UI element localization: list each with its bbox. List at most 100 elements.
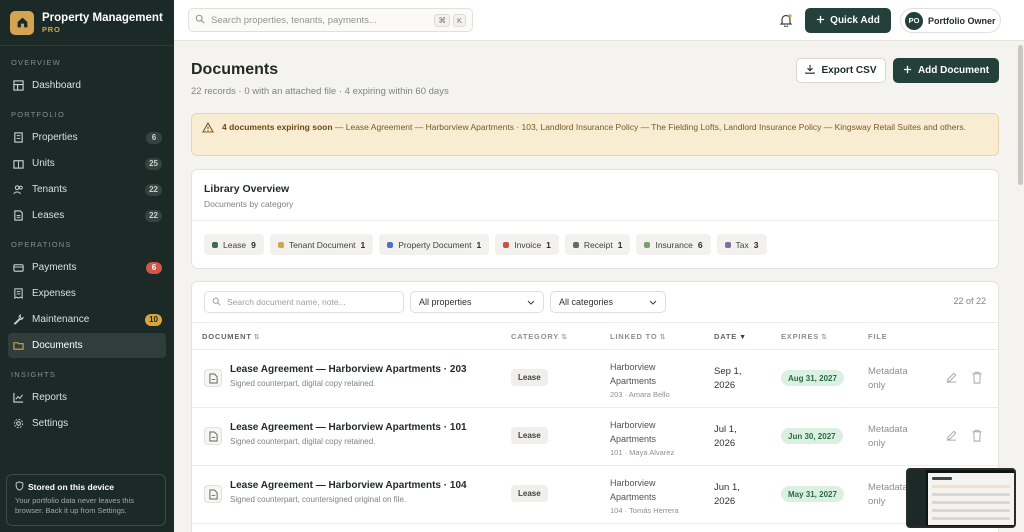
quick-add-button[interactable]: Quick Add — [805, 8, 891, 33]
export-csv-button[interactable]: Export CSV — [796, 58, 886, 83]
record-count: 22 of 22 — [953, 296, 986, 306]
document-icon — [204, 485, 222, 503]
warning-icon — [202, 121, 214, 137]
search-icon — [195, 14, 205, 27]
account-menu[interactable]: PO Portfolio Owner — [900, 8, 1001, 33]
brand-title: Property Management — [42, 11, 163, 24]
shortcut-key-cmd: ⌘ — [434, 13, 450, 27]
add-document-button[interactable]: Add Document — [893, 58, 999, 83]
sidebar-item-documents[interactable]: Documents — [8, 333, 166, 358]
file-status: Metadata only — [868, 366, 908, 391]
sidebar-item-label: Expenses — [32, 288, 76, 299]
category-chip-tax[interactable]: Tax 3 — [716, 234, 767, 255]
chip-label: Property Document — [398, 239, 472, 250]
avatar: PO — [905, 11, 923, 30]
chip-dot — [503, 241, 510, 248]
category-chip-receipt[interactable]: Receipt 1 — [564, 234, 631, 255]
category-chip-property-document[interactable]: Property Document 1 — [379, 234, 490, 255]
wrench-icon — [12, 314, 24, 326]
chip-label: Invoice — [514, 239, 542, 250]
sidebar-item-leases[interactable]: Leases 22 — [8, 203, 166, 228]
lease-icon — [12, 210, 24, 222]
sidebar-item-label: Properties — [32, 132, 78, 143]
sidebar-item-label: Leases — [32, 210, 65, 221]
dashboard-icon — [12, 80, 24, 92]
topbar: Search properties, tenants, payments... … — [174, 0, 1024, 41]
document-note: Signed counterpart, countersigned origin… — [230, 495, 407, 504]
chip-dot — [572, 241, 579, 248]
expiry-badge: Aug 31, 2027 — [781, 370, 844, 386]
sidebar-item-expenses[interactable]: Expenses — [8, 281, 166, 306]
table-header: DOCUMENT ⇅ CATEGORY ⇅ LINKED TO ⇅ DATE ▼ EXP… — [192, 322, 998, 350]
edit-icon[interactable] — [945, 371, 959, 385]
count-badge: 22 — [145, 183, 162, 196]
column-header-linked[interactable]: LINKED TO ⇅ — [610, 332, 666, 341]
receipt-icon — [12, 288, 24, 300]
brand-tier: PRO — [42, 24, 61, 34]
filter-bar: Search document name, note... All proper… — [204, 291, 666, 313]
sidebar-item-settings[interactable]: Settings — [8, 411, 166, 436]
plus-icon — [903, 65, 912, 77]
document-icon — [204, 369, 222, 387]
library-title: Library Overview — [204, 183, 290, 195]
document-icon — [204, 427, 222, 445]
chip-count: 3 — [753, 239, 759, 250]
page-title: Documents — [191, 61, 279, 78]
property-filter-select[interactable]: All properties — [410, 291, 544, 313]
local-storage-notice: Stored on this device Your portfolio dat… — [6, 474, 166, 526]
alert-strong: 4 documents expiring soon — [222, 122, 333, 132]
quick-add-label: Quick Add — [830, 15, 880, 26]
category-chip-invoice[interactable]: Invoice 1 — [495, 234, 559, 255]
chip-count: 1 — [476, 239, 482, 250]
chip-dot — [212, 241, 218, 248]
column-header-expires[interactable]: EXPIRES ⇅ — [781, 332, 828, 341]
sidebar-item-dashboard[interactable]: Dashboard — [8, 73, 166, 98]
document-search-input[interactable]: Search document name, note... — [204, 291, 404, 313]
sidebar-item-maintenance[interactable]: Maintenance 10 — [8, 307, 166, 332]
add-label: Add Document — [917, 65, 990, 76]
category-filter-select[interactable]: All categories — [550, 291, 666, 313]
chip-label: Insurance — [655, 239, 693, 250]
file-status: Metadata only — [868, 424, 908, 449]
trash-icon[interactable] — [971, 371, 985, 385]
category-chip-tenant-document[interactable]: Tenant Document 1 — [269, 234, 374, 255]
sidebar-item-reports[interactable]: Reports — [8, 385, 166, 410]
table-row[interactable]: Lease Agreement — Harborview Apartments … — [192, 466, 998, 524]
column-header-document[interactable]: DOCUMENT ⇅ — [202, 332, 260, 341]
sidebar-item-units[interactable]: Units 25 — [8, 151, 166, 176]
document-name[interactable]: Lease Agreement — Harborview Apartments … — [230, 480, 467, 491]
edit-icon[interactable] — [945, 429, 959, 443]
brand: Property Management PRO — [0, 0, 174, 46]
column-header-file: FILE — [868, 332, 888, 341]
column-header-date[interactable]: DATE ▼ — [714, 332, 747, 341]
sidebar-item-tenants[interactable]: Tenants 22 — [8, 177, 166, 202]
category-chip-insurance[interactable]: Insurance 6 — [636, 234, 711, 255]
trash-icon[interactable] — [971, 429, 985, 443]
table-row[interactable]: Lease Agreement — Harborview Apartments … — [192, 408, 998, 466]
sidebar-item-label: Payments — [32, 262, 77, 273]
chart-icon — [12, 392, 24, 404]
download-icon — [805, 64, 816, 77]
sidebar-item-properties[interactable]: Properties 6 — [8, 125, 166, 150]
bell-icon[interactable] — [779, 13, 793, 28]
library-overview-card: Library Overview Documents by category L… — [191, 169, 999, 269]
scrollbar[interactable] — [1017, 41, 1024, 532]
sidebar-item-label: Dashboard — [32, 80, 81, 91]
document-name[interactable]: Lease Agreement — Harborview Apartments … — [230, 364, 467, 375]
scrollbar-thumb[interactable] — [1018, 45, 1023, 185]
category-badge: Lease — [511, 485, 548, 502]
column-header-category[interactable]: CATEGORY ⇅ — [511, 332, 568, 341]
sort-desc-icon: ▼ — [739, 334, 747, 341]
sidebar-item-label: Settings — [32, 418, 69, 429]
category-chip-lease[interactable]: Lease 9 — [204, 234, 264, 255]
document-name[interactable]: Lease Agreement — Harborview Apartments … — [230, 422, 467, 433]
expiry-badge: May 31, 2027 — [781, 486, 844, 502]
sidebar-item-label: Reports — [32, 392, 68, 403]
global-search-input[interactable]: Search properties, tenants, payments... … — [188, 8, 473, 32]
sidebar-item-payments[interactable]: Payments 6 — [8, 255, 166, 280]
screen-preview-thumbnail — [906, 468, 1016, 528]
table-row[interactable]: Lease Agreement — Harborview Apartments … — [192, 350, 998, 408]
warning-count-badge: 10 — [145, 313, 162, 326]
units-icon — [12, 158, 24, 170]
document-note: Signed counterpart, digital copy retaine… — [230, 379, 376, 388]
